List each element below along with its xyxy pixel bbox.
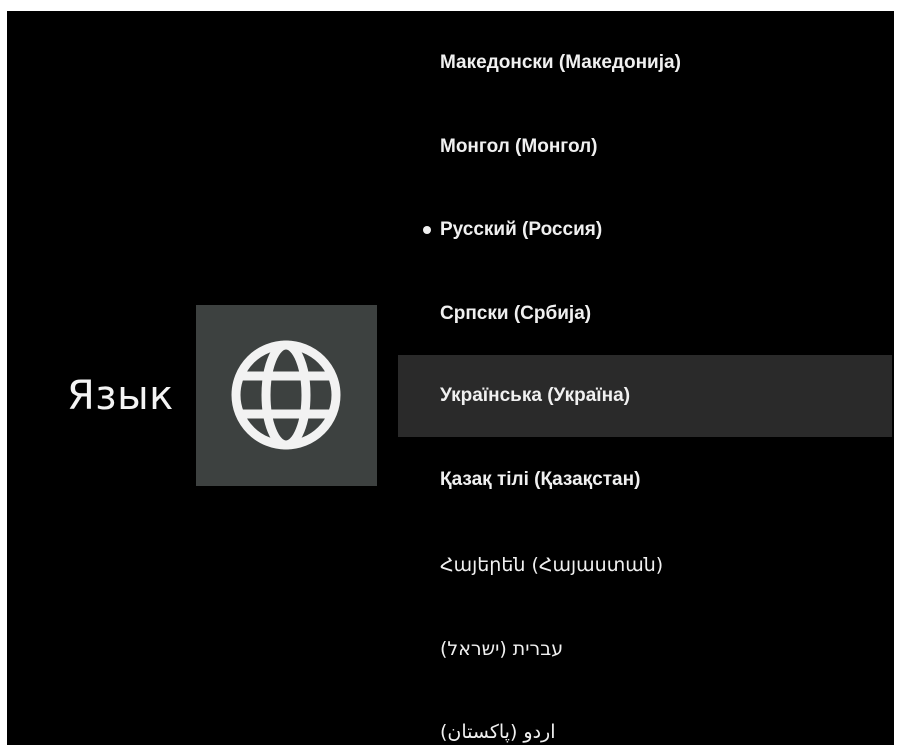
- language-settings-screen: Язык Македонски (Македонија) Монгол (Мон…: [7, 11, 894, 745]
- language-label: Русский (Россия): [440, 219, 603, 240]
- language-label: اردو (پاکستان): [440, 721, 556, 743]
- language-label: Українська (Україна): [440, 385, 631, 406]
- language-item-hebrew[interactable]: עברית (ישראל): [398, 608, 892, 690]
- language-item-urdu[interactable]: اردو (پاکستان): [398, 691, 892, 745]
- language-item-ukrainian[interactable]: Українська (Україна): [398, 355, 892, 437]
- language-item-mongolian[interactable]: Монгол (Монгол): [398, 106, 892, 188]
- language-label: Монгол (Монгол): [440, 136, 598, 157]
- language-item-macedonian[interactable]: Македонски (Македонија): [398, 22, 892, 104]
- page-title: Язык: [67, 373, 174, 419]
- language-label: Қазақ тілі (Қазақстан): [440, 469, 641, 490]
- language-label: עברית (ישראל): [440, 638, 564, 660]
- language-item-russian[interactable]: Русский (Россия): [398, 189, 892, 271]
- icon-tile: [196, 305, 377, 486]
- language-item-kazakh[interactable]: Қазақ тілі (Қазақстан): [398, 439, 892, 521]
- current-language-indicator: [423, 226, 431, 234]
- globe-icon: [231, 340, 341, 450]
- language-label: Македонски (Македонија): [440, 52, 681, 73]
- language-item-armenian[interactable]: Հայերեն (Հայաստան): [398, 524, 892, 606]
- language-label: Српски (Србија): [440, 303, 592, 324]
- language-label: Հայերեն (Հայաստան): [440, 554, 664, 576]
- language-list: Македонски (Македонија) Монгол (Монгол) …: [398, 11, 894, 745]
- language-item-serbian[interactable]: Српски (Србија): [398, 273, 892, 355]
